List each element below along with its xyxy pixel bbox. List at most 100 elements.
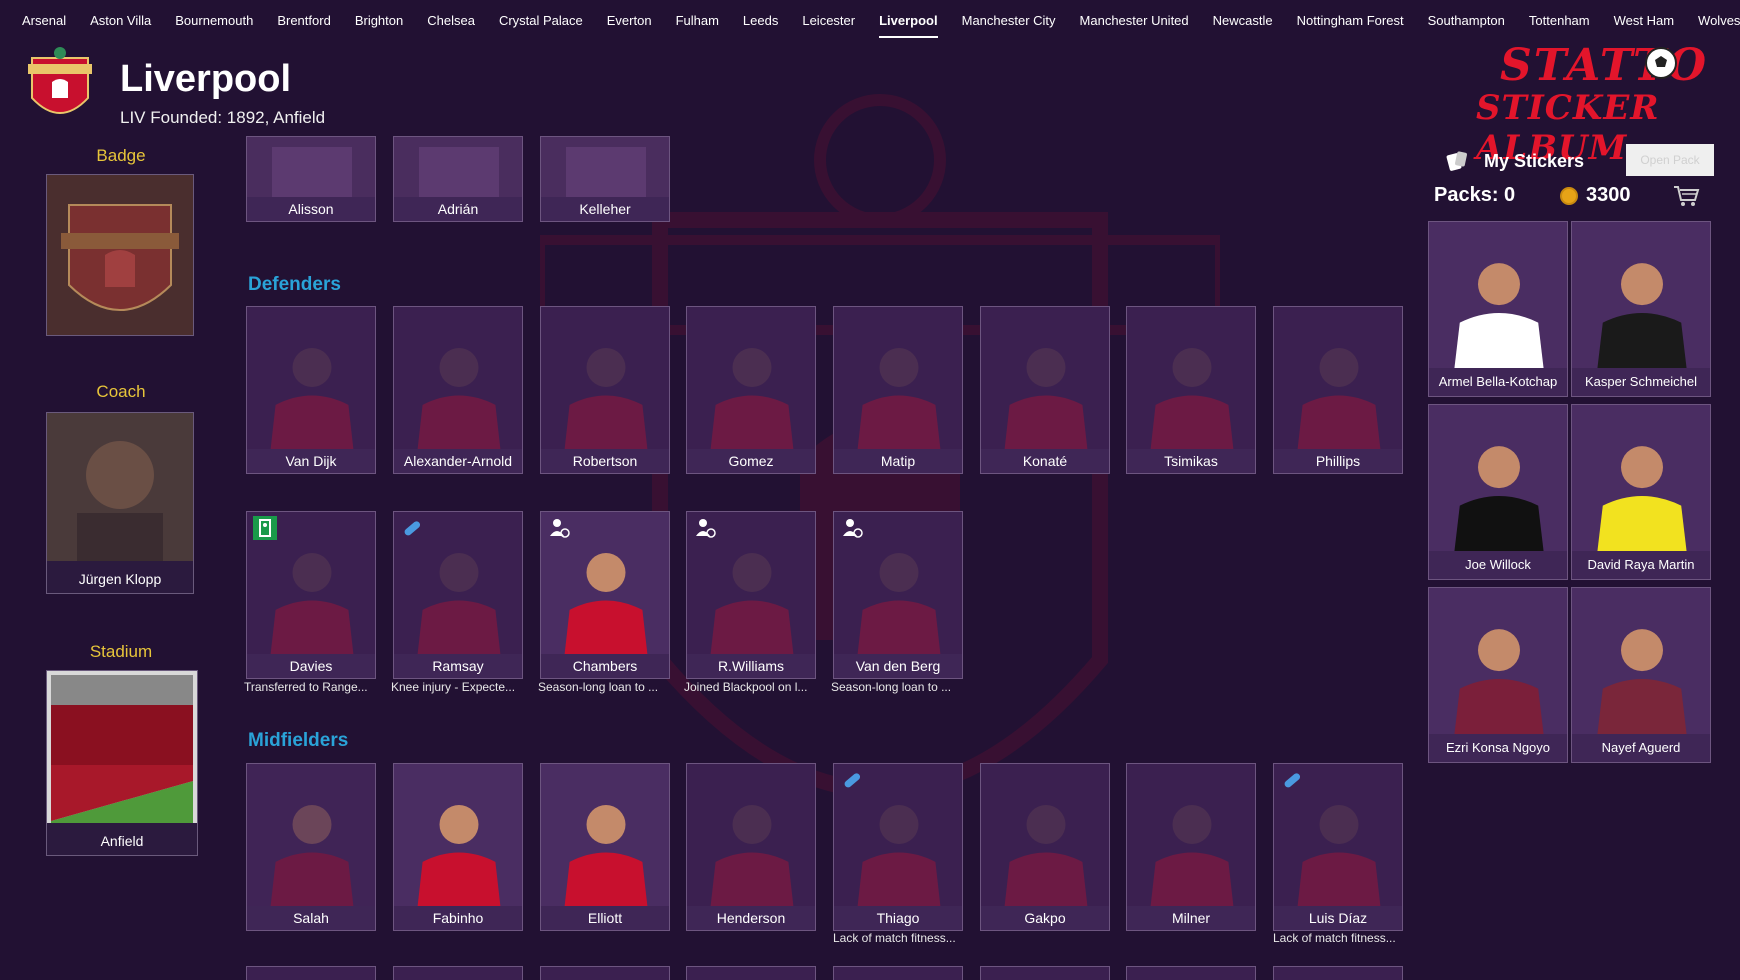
sticker-card[interactable]: Van Dijk [246, 306, 376, 474]
player-status-note: Transferred to Range... [244, 680, 368, 694]
player-name: Gomez [687, 449, 815, 473]
tab-chelsea[interactable]: Chelsea [415, 0, 487, 40]
owned-sticker-card[interactable]: Joe Willock [1428, 404, 1568, 580]
player-photo-icon [981, 307, 1109, 451]
player-name: Phillips [1274, 449, 1402, 473]
owned-sticker-card[interactable]: Kasper Schmeichel [1571, 221, 1711, 397]
player-status-note: Season-long loan to ... [831, 680, 952, 694]
player-name: Van den Berg [834, 654, 962, 678]
injury-icon [844, 773, 861, 788]
sticker-card[interactable]: Chambers [540, 511, 670, 679]
sticker-card[interactable]: Fabinho [393, 763, 523, 931]
sticker-card-partial[interactable] [686, 966, 816, 980]
sticker-card[interactable]: Matip [833, 306, 963, 474]
player-name: Alisson [247, 197, 375, 221]
sticker-card[interactable]: Alisson [246, 136, 376, 222]
tab-bournemouth[interactable]: Bournemouth [163, 0, 265, 40]
sticker-card-partial[interactable] [1273, 966, 1403, 980]
tab-liverpool[interactable]: Liverpool [867, 0, 950, 40]
sticker-card-partial[interactable] [833, 966, 963, 980]
sticker-card[interactable]: Adrián [393, 136, 523, 222]
sticker-card[interactable]: Luis Díaz [1273, 763, 1403, 931]
player-photo-icon [1429, 222, 1567, 370]
player-photo-icon [687, 764, 815, 908]
football-icon [1645, 47, 1677, 79]
sticker-card[interactable]: Davies [246, 511, 376, 679]
sticker-card[interactable]: Gakpo [980, 763, 1110, 931]
sticker-card[interactable]: Milner [1126, 763, 1256, 931]
player-silhouette-icon [394, 137, 522, 199]
tab-crystal-palace[interactable]: Crystal Palace [487, 0, 595, 40]
tab-wolves[interactable]: Wolves [1686, 0, 1740, 40]
owned-sticker-card[interactable]: David Raya Martin [1571, 404, 1711, 580]
sticker-card[interactable]: Phillips [1273, 306, 1403, 474]
owned-sticker-card[interactable]: Armel Bella-Kotchap [1428, 221, 1568, 397]
sticker-card[interactable]: Elliott [540, 763, 670, 931]
sticker-card[interactable]: Konaté [980, 306, 1110, 474]
stadium-label: Stadium [89, 642, 153, 661]
tab-leeds[interactable]: Leeds [731, 0, 790, 40]
tab-brighton[interactable]: Brighton [343, 0, 415, 40]
open-pack-button[interactable]: Open Pack [1626, 144, 1714, 176]
owned-sticker-card[interactable]: Ezri Konsa Ngoyo [1428, 587, 1568, 763]
coin-amount: 3300 [1586, 184, 1631, 206]
tab-arsenal[interactable]: Arsenal [10, 0, 78, 40]
tab-fulham[interactable]: Fulham [664, 0, 731, 40]
stadium-sticker[interactable]: Anfield [46, 670, 198, 856]
player-photo-icon [1274, 307, 1402, 451]
player-silhouette-icon [541, 137, 669, 199]
tab-manchester-city[interactable]: Manchester City [950, 0, 1068, 40]
tab-west-ham[interactable]: West Ham [1602, 0, 1686, 40]
sticker-card-partial[interactable] [980, 966, 1110, 980]
sticker-player-name: Nayef Aguerd [1572, 734, 1710, 762]
loan-icon [550, 519, 570, 538]
my-stickers-button[interactable]: My Stickers [1444, 148, 1584, 174]
tab-manchester-united[interactable]: Manchester United [1068, 0, 1201, 40]
tab-tottenham[interactable]: Tottenham [1517, 0, 1602, 40]
player-photo-icon [1572, 588, 1710, 736]
player-status-note: Lack of match fitness... [833, 931, 956, 945]
sticker-card[interactable]: Alexander-Arnold [393, 306, 523, 474]
shop-cart-icon[interactable] [1672, 184, 1700, 208]
sticker-player-name: Armel Bella-Kotchap [1429, 368, 1567, 396]
sticker-card[interactable]: Van den Berg [833, 511, 963, 679]
owned-sticker-card[interactable]: Nayef Aguerd [1571, 587, 1711, 763]
player-name: Gakpo [981, 906, 1109, 930]
tab-southampton[interactable]: Southampton [1416, 0, 1517, 40]
sticker-card-partial[interactable] [540, 966, 670, 980]
badge-sticker[interactable] [46, 174, 194, 336]
sticker-card[interactable]: Gomez [686, 306, 816, 474]
club-founded-info: LIV Founded: 1892, Anfield [120, 108, 326, 127]
sticker-card[interactable]: Thiago [833, 763, 963, 931]
sticker-card[interactable]: Kelleher [540, 136, 670, 222]
tab-newcastle[interactable]: Newcastle [1201, 0, 1285, 40]
player-name: Van Dijk [247, 449, 375, 473]
club-tab-bar: Arsenal Aston Villa Bournemouth Brentfor… [0, 0, 1740, 40]
stadium-photo-icon [47, 671, 197, 823]
coach-sticker[interactable]: Jürgen Klopp [46, 412, 194, 594]
player-name: Robertson [541, 449, 669, 473]
player-name: Luis Díaz [1274, 906, 1402, 930]
player-photo-icon [834, 307, 962, 451]
tab-leicester[interactable]: Leicester [790, 0, 867, 40]
club-crest-logo [28, 47, 92, 114]
sticker-card[interactable]: Robertson [540, 306, 670, 474]
tab-everton[interactable]: Everton [595, 0, 664, 40]
sticker-card[interactable]: R.Williams [686, 511, 816, 679]
player-photo-icon [394, 764, 522, 908]
player-photo-icon [687, 307, 815, 451]
sticker-card[interactable]: Ramsay [393, 511, 523, 679]
player-status-note: Season-long loan to ... [538, 680, 659, 694]
sticker-card-partial[interactable] [393, 966, 523, 980]
sticker-card-partial[interactable] [1126, 966, 1256, 980]
sticker-card[interactable]: Tsimikas [1126, 306, 1256, 474]
tab-nottingham-forest[interactable]: Nottingham Forest [1285, 0, 1416, 40]
player-name: Davies [247, 654, 375, 678]
sticker-card-partial[interactable] [246, 966, 376, 980]
sticker-card[interactable]: Salah [246, 763, 376, 931]
player-name: Adrián [394, 197, 522, 221]
tab-aston-villa[interactable]: Aston Villa [78, 0, 163, 40]
player-photo-icon [541, 307, 669, 451]
tab-brentford[interactable]: Brentford [265, 0, 342, 40]
sticker-card[interactable]: Henderson [686, 763, 816, 931]
